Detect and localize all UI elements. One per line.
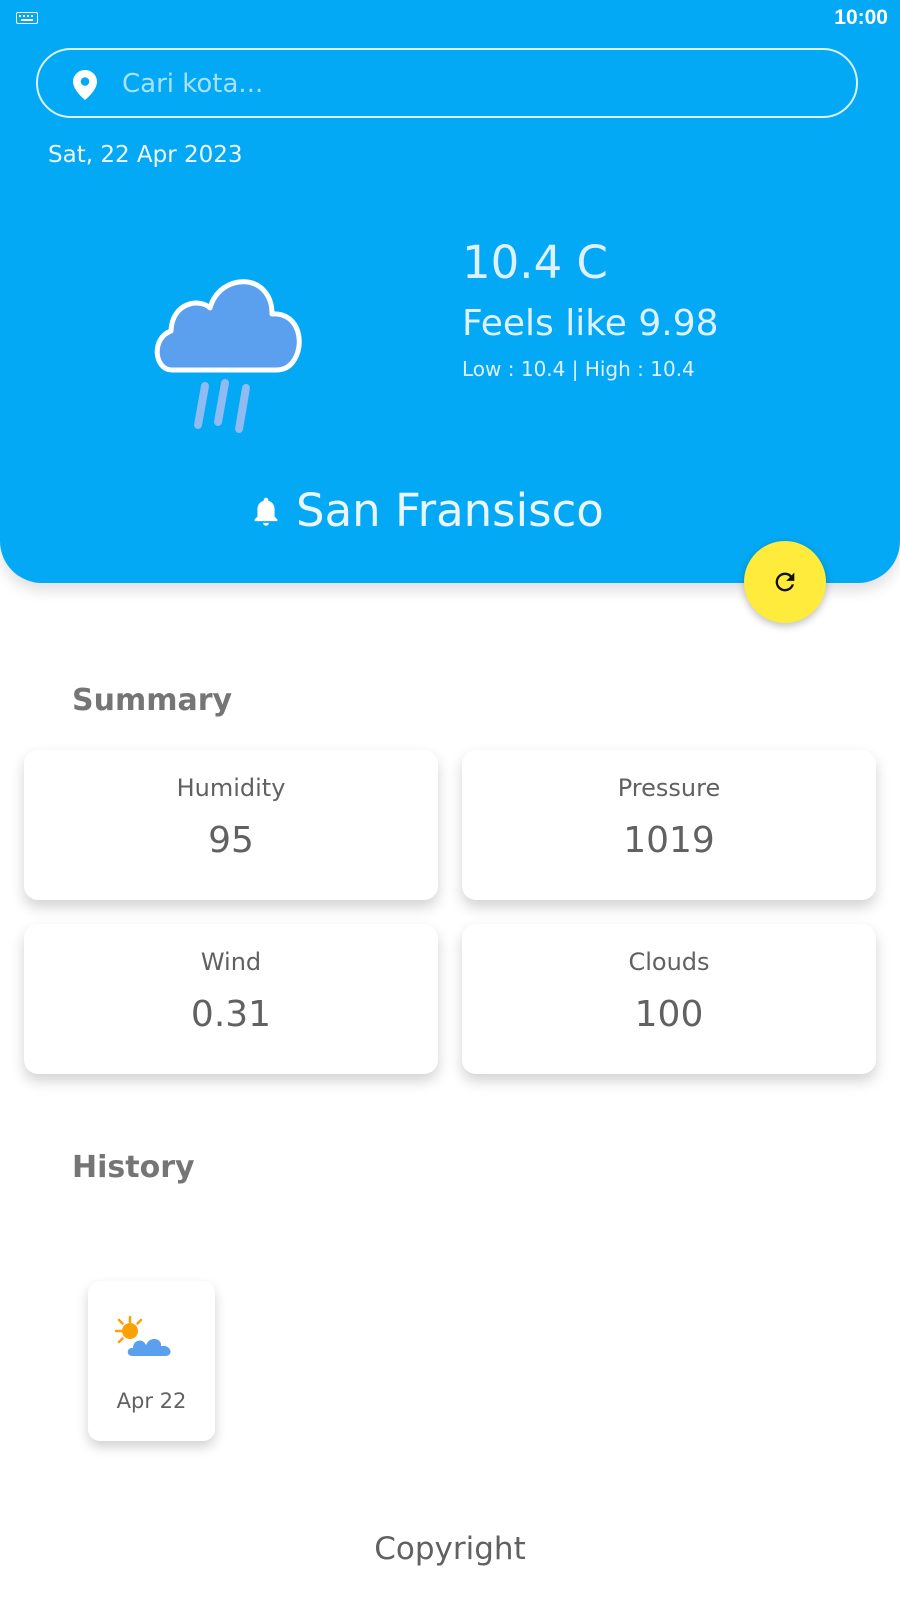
bell-icon xyxy=(254,497,278,526)
low-high-temp: Low : 10.4 | High : 10.4 xyxy=(462,357,695,381)
humidity-label: Humidity xyxy=(176,774,286,802)
feels-like: Feels like 9.98 xyxy=(462,303,719,344)
city-search-bar[interactable] xyxy=(36,48,858,118)
location-pin-icon xyxy=(73,70,97,100)
city-name: San Fransisco xyxy=(296,484,604,537)
partly-cloudy-icon xyxy=(114,1315,173,1358)
humidity-value: 95 xyxy=(208,820,254,861)
wind-card: Wind 0.31 xyxy=(24,924,438,1074)
keyboard-icon xyxy=(16,12,38,24)
clouds-card: Clouds 100 xyxy=(462,924,876,1074)
status-clock: 10:00 xyxy=(834,6,888,29)
footer-copyright: Copyright xyxy=(374,1531,526,1567)
clouds-label: Clouds xyxy=(628,948,710,976)
refresh-icon xyxy=(775,572,795,592)
wind-label: Wind xyxy=(200,948,262,976)
clouds-value: 100 xyxy=(634,994,704,1035)
weather-header: 10:00 Sat, 22 Apr 2023 10.4 C Feels like… xyxy=(0,0,900,583)
refresh-button[interactable] xyxy=(744,541,826,623)
history-item[interactable]: Apr 22 xyxy=(88,1281,215,1441)
pressure-value: 1019 xyxy=(623,820,715,861)
pressure-label: Pressure xyxy=(617,774,721,802)
history-date: Apr 22 xyxy=(116,1389,187,1413)
current-date: Sat, 22 Apr 2023 xyxy=(48,142,243,168)
rain-cloud-icon xyxy=(154,279,302,433)
status-bar: 10:00 xyxy=(0,0,900,38)
wind-value: 0.31 xyxy=(190,994,272,1035)
city-search-input[interactable] xyxy=(120,62,824,106)
humidity-card: Humidity 95 xyxy=(24,750,438,900)
pressure-card: Pressure 1019 xyxy=(462,750,876,900)
temperature: 10.4 C xyxy=(462,236,608,289)
summary-title: Summary xyxy=(72,683,233,718)
history-title: History xyxy=(72,1150,195,1185)
